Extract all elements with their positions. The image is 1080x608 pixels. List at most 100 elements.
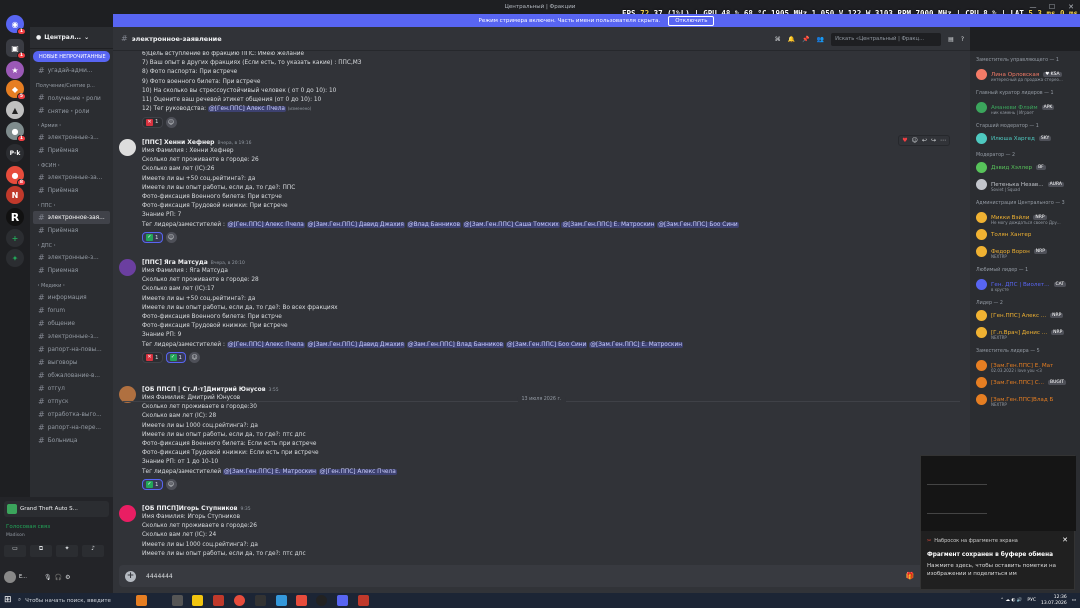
- game-activity[interactable]: Grand Theft Auto S...: [4, 501, 109, 517]
- search-input[interactable]: Искать «Центральный | Фракц...: [831, 32, 942, 46]
- clock[interactable]: 12:36 13.07.2026: [1041, 595, 1067, 607]
- channel-category[interactable]: Получение/Снятие р...: [30, 80, 113, 91]
- add-server-icon[interactable]: +: [6, 229, 24, 247]
- taskbar-app-icon[interactable]: [136, 595, 147, 606]
- new-unread-banner[interactable]: НОВЫЕ НЕПРОЧИТАННЫЕ: [33, 51, 110, 62]
- channel-category[interactable]: ・ФСИН・: [30, 160, 113, 171]
- server-header[interactable]: ● Централ... ⌄: [30, 27, 113, 49]
- channel-item[interactable]: # электронные-з...: [30, 330, 113, 343]
- inbox-icon[interactable]: ▤: [948, 36, 954, 43]
- channel-item[interactable]: # снятие・роли: [30, 104, 113, 117]
- channel-item[interactable]: # электронные-з...: [30, 251, 113, 264]
- user-mention[interactable]: @[Зам.Ген.ППС] Е. Матроскин: [561, 221, 656, 228]
- channel-category[interactable]: ・Армия・: [30, 120, 113, 131]
- snip-notification[interactable]: ✂ Набросок на фрагменте экрана ✕ Фрагмент…: [920, 455, 1076, 590]
- member-item[interactable]: [Зам.Ген.ППС] Е. Матрос...02.03.2022 i l…: [970, 356, 1080, 375]
- channel-item[interactable]: # получение・роли: [30, 91, 113, 104]
- avatar[interactable]: [119, 139, 136, 156]
- gear-icon[interactable]: ⚙: [65, 574, 70, 581]
- channel-item[interactable]: # Приёмная: [30, 144, 113, 157]
- mic-icon[interactable]: 🎙: [44, 574, 52, 581]
- channel-item[interactable]: # рапорт-на-повы...: [30, 343, 113, 356]
- member-item[interactable]: Микки Вэйли NRP Не могу дождаться своего Д…: [970, 208, 1080, 227]
- channel-category[interactable]: ・ППС・: [30, 200, 113, 211]
- server-icon[interactable]: ◆ 5: [6, 80, 26, 100]
- message-composer[interactable]: + 4444444 🎁 GIF ▢ ☺: [119, 565, 964, 587]
- channel-item[interactable]: # информация: [30, 291, 113, 304]
- reaction-button[interactable]: ✕ 1: [142, 116, 163, 128]
- channel-item[interactable]: # электронные-з...: [30, 131, 113, 144]
- add-reaction-icon[interactable]: ☺: [165, 116, 177, 128]
- notifications-icon[interactable]: ▭: [1072, 598, 1076, 603]
- user-mention[interactable]: @[Ген.ППС] Алекс Пчела: [226, 341, 305, 348]
- channel-item[interactable]: # отпуск: [30, 395, 113, 408]
- taskbar-app-icon[interactable]: [358, 595, 369, 606]
- channel-item-selected[interactable]: # электронное-зая...: [33, 211, 110, 224]
- member-item[interactable]: Федор Ворон NRP NEXTRP: [970, 242, 1080, 261]
- server-icon[interactable]: R: [6, 208, 24, 226]
- user-mention[interactable]: @[Зам.Ген.ППС] Боо Сини: [657, 221, 739, 228]
- member-item[interactable]: Толян Хантер: [970, 227, 1080, 242]
- member-item[interactable]: Ген. ДПС | Виолет... CAT в хрусте: [970, 275, 1080, 294]
- user-mention[interactable]: @[Зам.Ген.ППС] Давид Джахия: [306, 341, 405, 348]
- chevron-down-icon[interactable]: ⌄: [84, 34, 89, 41]
- disable-streamer-mode-button[interactable]: Отключить: [668, 15, 715, 26]
- user-mention[interactable]: @[Зам.Ген.ППС] Е. Матроскин: [222, 468, 317, 475]
- user-mention[interactable]: @[Зам.Ген.ППС] Боо Сини: [505, 341, 588, 348]
- add-reaction-icon[interactable]: ☺: [165, 232, 177, 244]
- taskbar-app-icon[interactable]: [316, 595, 327, 606]
- member-item[interactable]: Петенька Незав... AURA Soviet | Squad: [970, 175, 1080, 194]
- server-icon[interactable]: ▲: [6, 101, 24, 119]
- add-reaction-icon[interactable]: ☺: [912, 137, 918, 144]
- message-author[interactable]: [ОБ ППСП]Игорь Ступников 9:35: [142, 505, 251, 512]
- user-mention[interactable]: @[Ген.ППС] Алекс Пчела: [207, 106, 286, 113]
- taskbar-app-icon[interactable]: [296, 595, 307, 606]
- channel-item[interactable]: # угадай-адми...: [30, 64, 113, 77]
- activity-icon[interactable]: ✦: [56, 545, 78, 557]
- taskbar-app-icon[interactable]: [276, 595, 287, 606]
- channel-category[interactable]: ・Медики・: [30, 280, 113, 291]
- member-item[interactable]: [Г.л.Врач] Денис ... NRP NEXTRP: [970, 323, 1080, 342]
- member-item[interactable]: Илюша Харгед SKY: [970, 131, 1080, 146]
- reaction-button[interactable]: ✓ 1: [142, 479, 163, 491]
- file-explorer-icon[interactable]: [192, 595, 203, 606]
- discover-icon[interactable]: ✦: [6, 249, 24, 267]
- message-author[interactable]: [ППС] Хенни Хефнер Вчера, в 19:16: [142, 139, 252, 146]
- taskbar-app-icon[interactable]: [255, 595, 266, 606]
- member-item[interactable]: Дэвид Хэллер BF: [970, 160, 1080, 175]
- avatar[interactable]: [4, 571, 16, 583]
- task-view-icon[interactable]: [172, 595, 183, 606]
- close-icon[interactable]: ✕: [1062, 536, 1068, 544]
- gift-icon[interactable]: 🎁: [906, 572, 915, 580]
- user-mention[interactable]: @[Зам.Ген.ППС] Давид Джахия: [306, 221, 405, 228]
- member-item[interactable]: [Ген.ППС] Алекс ... NRP: [970, 308, 1080, 323]
- channel-item[interactable]: # рапорт-на-пере...: [30, 421, 113, 434]
- member-item[interactable]: Аманеви Флэйм APK ник камень | Играет: [970, 98, 1080, 117]
- message-input[interactable]: 4444444: [146, 573, 173, 580]
- more-icon[interactable]: ⋯: [940, 137, 946, 144]
- members-icon[interactable]: 👥: [817, 36, 824, 43]
- member-item[interactable]: Лина Орловская ♥ KSA интересный да продажа…: [970, 65, 1080, 84]
- add-reaction-icon[interactable]: ☺: [189, 352, 200, 364]
- server-icon[interactable]: ● 1: [6, 122, 26, 142]
- user-mention[interactable]: @[Ген.ППС] Алекс Пчела: [318, 468, 397, 475]
- channel-item[interactable]: # forum: [30, 304, 113, 317]
- pin-icon[interactable]: 📌: [802, 36, 809, 43]
- channel-item[interactable]: # Приёмная: [30, 224, 113, 237]
- discord-taskbar-icon[interactable]: [337, 595, 348, 606]
- user-mention[interactable]: @Влад Банников: [406, 221, 461, 228]
- reaction-button[interactable]: ✓ 1: [165, 352, 186, 364]
- message-author[interactable]: [ППС] Яга Матсуда Вчера, в 20:10: [142, 259, 245, 266]
- language-indicator[interactable]: РУС: [1027, 598, 1036, 603]
- channel-item[interactable]: # Приёмная: [30, 184, 113, 197]
- channel-item[interactable]: # Приемная: [30, 264, 113, 277]
- add-reaction-icon[interactable]: ☺: [165, 479, 177, 491]
- soundboard-icon[interactable]: ♪: [82, 545, 104, 557]
- screenshare-icon[interactable]: ⧉: [30, 545, 52, 557]
- server-icon[interactable]: N: [6, 186, 24, 204]
- camera-icon[interactable]: ▭: [4, 545, 26, 557]
- channel-item[interactable]: # выговоры: [30, 356, 113, 369]
- avatar[interactable]: [119, 505, 136, 522]
- bell-icon[interactable]: 🔔: [788, 36, 795, 43]
- avatar[interactable]: [119, 259, 136, 276]
